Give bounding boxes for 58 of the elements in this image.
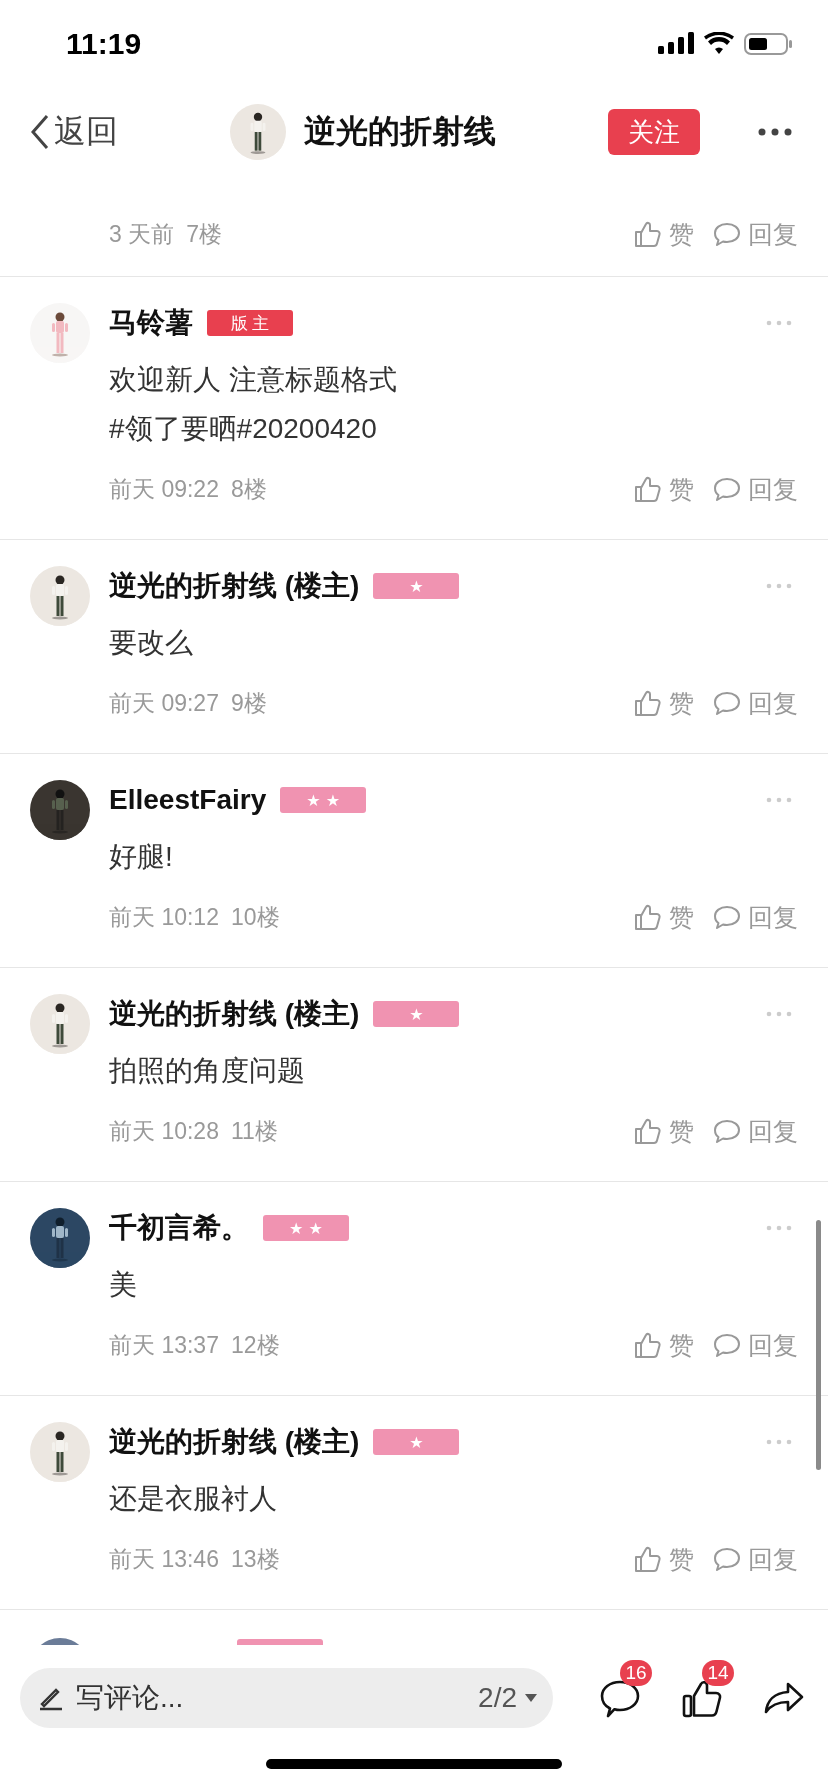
level-badge: ★: [373, 1001, 460, 1027]
like-button[interactable]: 14: [680, 1660, 738, 1720]
level-badge: ★ ★: [280, 787, 367, 813]
comment-text: 美: [109, 1268, 138, 1302]
user-name: 千初言希。: [109, 1211, 249, 1245]
post-time: 前天 10:12: [109, 902, 219, 932]
page-title: 逆光的折射线: [304, 112, 496, 151]
reply-button[interactable]: 回复: [712, 217, 798, 251]
user-name: ElleestFairy: [109, 784, 267, 816]
floor-number: 13楼: [230, 1544, 280, 1574]
like-button[interactable]: 赞: [633, 1114, 694, 1148]
reply-button[interactable]: 回复: [712, 1542, 798, 1576]
like-button[interactable]: 赞: [633, 686, 694, 720]
user-name: 逆光的折射线 (楼主): [109, 569, 360, 603]
follow-button[interactable]: 关注: [608, 109, 700, 155]
comment-placeholder: 写评论...: [76, 1681, 184, 1715]
reply-button[interactable]: 回复: [712, 472, 798, 506]
back-button[interactable]: 返回: [30, 110, 118, 154]
user-name: 逆光的折射线 (楼主): [109, 1425, 360, 1459]
level-badge: ★: [373, 1429, 460, 1455]
floor-number: 8楼: [230, 474, 267, 504]
moderator-badge: 版 主: [207, 310, 293, 336]
comment-text: 好腿!: [109, 840, 174, 874]
clock-time: 11:19: [66, 27, 142, 61]
comment-button[interactable]: 16: [598, 1660, 656, 1720]
post-time: 前天 13:37: [109, 1330, 219, 1360]
comment-text: 要改么: [109, 626, 194, 660]
reply-button[interactable]: 回复: [712, 900, 798, 934]
like-button[interactable]: 赞: [633, 472, 694, 506]
level-badge: ★ ★: [263, 1215, 349, 1241]
user-name: 马铃薯: [109, 306, 193, 340]
floor-number: 9楼: [230, 688, 267, 718]
floor-number: 7楼: [186, 219, 222, 249]
comment-input-field[interactable]: 写评论... 2/2: [20, 1668, 553, 1728]
comment-text: 还是衣服衬人: [109, 1482, 278, 1516]
like-button[interactable]: 赞: [633, 900, 694, 934]
floor-number: 11楼: [230, 1116, 278, 1146]
post-time: 前天 09:27: [109, 688, 219, 718]
reply-button[interactable]: 回复: [712, 1328, 798, 1362]
count-badge: 16: [620, 1660, 652, 1686]
reply-button[interactable]: 回复: [712, 686, 798, 720]
like-button[interactable]: 赞: [633, 217, 694, 251]
floor-number: 12楼: [230, 1330, 280, 1360]
post-time: 3 天前: [109, 219, 175, 249]
floor-number: 10楼: [230, 902, 280, 932]
comment-text: #领了要晒#20200420: [109, 412, 378, 446]
post-time: 前天 13:46: [109, 1544, 219, 1574]
comment-text: 欢迎新人 注意标题格式: [109, 363, 398, 397]
page-selector[interactable]: 2/2: [478, 1682, 537, 1714]
like-button[interactable]: 赞: [633, 1328, 694, 1362]
user-name: 逆光的折射线 (楼主): [109, 997, 360, 1031]
count-badge: 14: [702, 1660, 734, 1686]
post-time: 前天 10:28: [109, 1116, 219, 1146]
level-badge: ★: [373, 573, 460, 599]
like-button[interactable]: 赞: [633, 1542, 694, 1576]
reply-button[interactable]: 回复: [712, 1114, 798, 1148]
comment-text: 拍照的角度问题: [109, 1054, 306, 1088]
post-time: 前天 09:22: [109, 474, 219, 504]
